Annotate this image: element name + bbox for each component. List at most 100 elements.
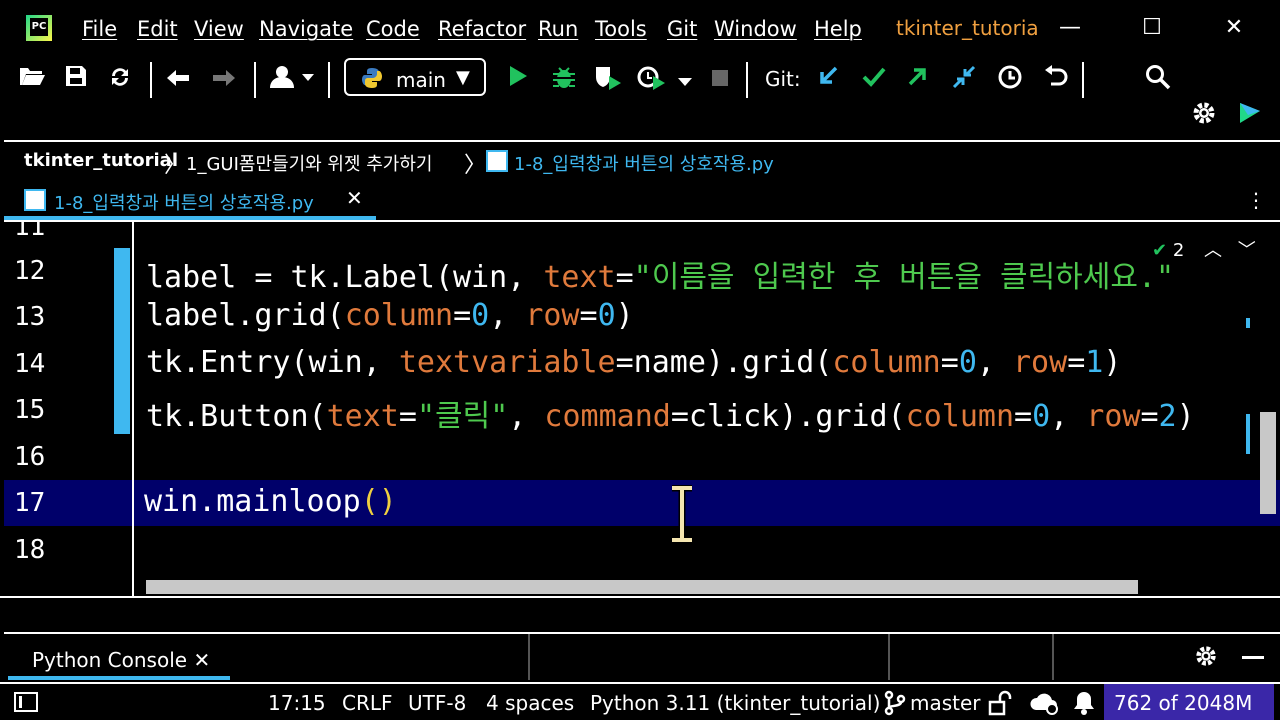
save-icon[interactable] (60, 64, 92, 96)
indent-setting[interactable]: 4 spaces (486, 691, 574, 715)
run-configuration-selector[interactable]: main ▼ (344, 58, 486, 96)
history-icon[interactable] (994, 64, 1026, 96)
profile-icon[interactable] (636, 64, 668, 96)
toolbar-divider (746, 62, 748, 98)
sync-icon[interactable] (104, 64, 136, 96)
memory-indicator[interactable]: 762 of 2048M (1104, 684, 1274, 720)
chevron-down-icon[interactable]: ﹀ (1238, 240, 1256, 261)
python-file-icon (24, 189, 46, 211)
menu-git[interactable]: Git (667, 17, 697, 41)
notifications-bell-icon[interactable] (1072, 690, 1096, 716)
menu-view[interactable]: View (194, 17, 244, 41)
menu-window[interactable]: Window (714, 17, 797, 41)
run-icon[interactable] (502, 64, 534, 96)
python-interpreter[interactable]: Python 3.11 (tkinter_tutorial) (590, 691, 880, 715)
menu-run[interactable]: Run (538, 17, 578, 41)
breadcrumb-separator-icon: 〉 (164, 153, 187, 178)
toggle-tool-windows-icon[interactable] (14, 692, 38, 712)
menu-refactor[interactable]: Refactor (438, 17, 526, 41)
settings-gear-icon[interactable] (1188, 100, 1220, 132)
maximize-button[interactable]: ☐ (1132, 10, 1172, 46)
stop-icon[interactable] (704, 64, 736, 96)
main-toolbar: main ▼ Git: (0, 56, 1280, 136)
menu-help[interactable]: Help (814, 17, 862, 41)
open-folder-icon[interactable] (16, 64, 48, 96)
user-dropdown-icon[interactable] (266, 64, 318, 96)
line-number: 18 (14, 535, 46, 565)
git-label: Git: (765, 67, 801, 91)
debug-icon[interactable] (548, 64, 580, 96)
inspection-widget[interactable]: ✔ 2 ︿ ﹀ (1152, 236, 1256, 262)
console-tab-indicator (8, 676, 230, 680)
horizontal-scrollbar[interactable] (146, 580, 1138, 594)
git-branch-icon (884, 690, 906, 716)
title-bar: PC File Edit View Navigate Code Refactor… (0, 0, 1280, 56)
menu-tools[interactable]: Tools (595, 17, 647, 41)
line-number: 14 (14, 349, 46, 379)
toolbar-divider (328, 62, 330, 98)
tab-label: 1-8_입력창과 버튼의 상호작용.py (54, 193, 314, 214)
search-icon[interactable] (1142, 64, 1174, 96)
more-options-icon[interactable]: ⋮ (1246, 188, 1266, 212)
changed-lines-marker[interactable] (114, 248, 130, 434)
minimize-panel-icon[interactable] (1242, 656, 1264, 659)
panel-splitter[interactable] (0, 596, 1280, 632)
breadcrumb: tkinter_tutorial 〉 1_GUI폼만들기와 위젯 추가하기 〉 … (4, 140, 1280, 180)
tool-window-bar: Python Console ✕ (4, 632, 1280, 680)
line-number: 15 (14, 395, 46, 425)
pycharm-logo-icon: PC (24, 13, 54, 43)
python-file-icon (486, 150, 508, 172)
chevron-up-icon[interactable]: ︿ (1204, 240, 1222, 261)
menu-file[interactable]: File (82, 17, 117, 41)
status-bar: 17:15 CRLF UTF-8 4 spaces Python 3.11 (t… (0, 682, 1280, 720)
git-commit-icon[interactable] (858, 64, 890, 96)
line-number: 12 (14, 256, 46, 286)
toolbar-divider (150, 62, 152, 98)
code-line-12: label = tk.Label(win, text="이름을 입력한 후 버튼… (146, 260, 1175, 295)
menu-edit[interactable]: Edit (137, 17, 178, 41)
rollback-icon[interactable] (1040, 64, 1072, 96)
project-title: tkinter_tutoria (896, 16, 1039, 40)
breadcrumb-folder[interactable]: 1_GUI폼만들기와 위젯 추가하기 (186, 150, 433, 176)
menu-navigate[interactable]: Navigate (259, 17, 353, 41)
line-number: 11 (14, 220, 46, 242)
breadcrumb-file[interactable]: 1-8_입력창과 버튼의 상호작용.py (514, 150, 774, 176)
coverage-icon[interactable] (592, 64, 624, 96)
tab-close-icon[interactable]: ✕ (346, 186, 363, 210)
file-encoding[interactable]: UTF-8 (408, 691, 466, 715)
tab-active-file[interactable]: 1-8_입력창과 버튼의 상호작용.py ✕ (4, 180, 376, 220)
git-push-icon[interactable] (902, 64, 934, 96)
breadcrumb-project[interactable]: tkinter_tutorial (24, 150, 178, 171)
more-run-options-icon[interactable] (672, 64, 698, 96)
tab-python-console[interactable]: Python Console ✕ (32, 648, 210, 672)
vertical-scrollbar[interactable] (1260, 412, 1276, 514)
minimize-button[interactable]: — (1050, 10, 1090, 46)
line-separator[interactable]: CRLF (342, 691, 393, 715)
vcs-branch[interactable]: master (910, 691, 981, 715)
cloud-sync-icon[interactable] (1030, 690, 1060, 716)
panel-divider (888, 634, 890, 680)
caret-position[interactable]: 17:15 (268, 691, 326, 715)
unlock-icon[interactable] (988, 690, 1012, 716)
console-close-icon[interactable]: ✕ (193, 648, 210, 672)
back-arrow-icon[interactable] (162, 64, 194, 96)
settings-gear-icon[interactable] (1194, 644, 1220, 670)
gutter-divider (132, 222, 134, 596)
git-merge-icon[interactable] (948, 64, 980, 96)
forward-arrow-icon[interactable] (208, 64, 240, 96)
scroll-marker (1246, 414, 1250, 454)
menu-code[interactable]: Code (366, 17, 420, 41)
line-number: 16 (14, 442, 46, 472)
panel-divider (528, 634, 530, 680)
chevron-down-icon: ▼ (456, 67, 470, 88)
panel-divider (1052, 634, 1054, 680)
editor-tab-bar: 1-8_입력창과 버튼의 상호작용.py ✕ ⋮ (4, 180, 1280, 220)
git-update-icon[interactable] (812, 64, 844, 96)
close-window-button[interactable]: ✕ (1214, 10, 1254, 46)
code-editor[interactable]: 11 12 13 14 15 16 17 18 label = tk.Label… (4, 220, 1280, 596)
toolbar-divider (254, 62, 256, 98)
code-line-13: label.grid(column=0, row=0) (146, 298, 634, 333)
toolbar-divider (1082, 62, 1084, 98)
inspection-count: 2 (1172, 240, 1185, 261)
jetbrains-ai-icon[interactable] (1234, 100, 1266, 132)
